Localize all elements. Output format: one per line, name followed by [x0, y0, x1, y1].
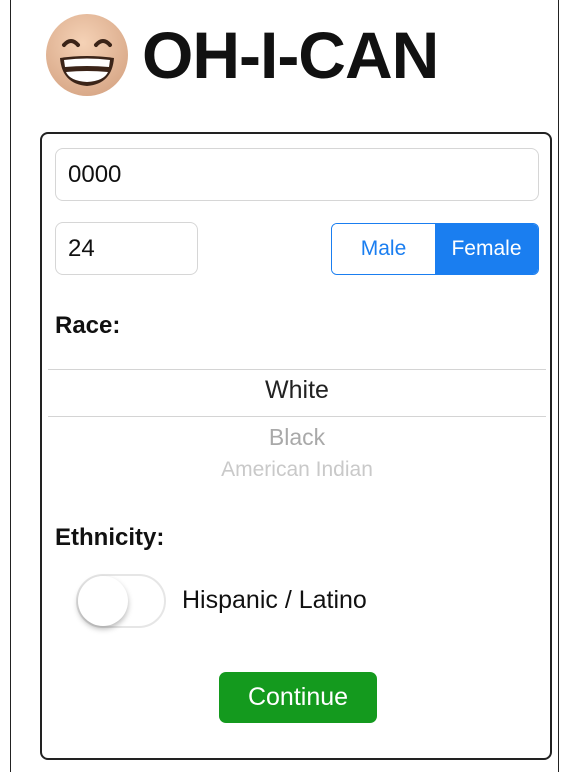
continue-button[interactable]: Continue [219, 672, 377, 723]
app-title: OH-I-CAN [142, 18, 439, 92]
picker-top-divider [48, 369, 546, 370]
race-picker-option[interactable]: Black [48, 424, 546, 451]
intake-form-card: Male Female Race: White Black American I… [40, 132, 552, 760]
grinning-face-emoji-icon [46, 14, 128, 96]
sex-segmented-control: Male Female [331, 223, 539, 275]
ethnicity-label: Ethnicity: [55, 524, 165, 551]
picker-bottom-divider [48, 416, 546, 417]
hispanic-latino-label: Hispanic / Latino [182, 586, 367, 614]
toggle-knob [78, 576, 128, 626]
race-picker-option[interactable]: American Indian [48, 458, 546, 478]
hispanic-latino-toggle[interactable] [76, 574, 166, 628]
age-input[interactable] [55, 222, 198, 275]
race-label: Race: [55, 312, 121, 339]
race-picker-selected[interactable]: White [48, 376, 546, 405]
sex-option-male[interactable]: Male [332, 224, 435, 274]
id-input[interactable] [55, 148, 539, 201]
sex-option-female[interactable]: Female [435, 224, 538, 274]
race-picker[interactable]: White Black American Indian [48, 362, 546, 490]
app-header: OH-I-CAN [44, 12, 439, 98]
